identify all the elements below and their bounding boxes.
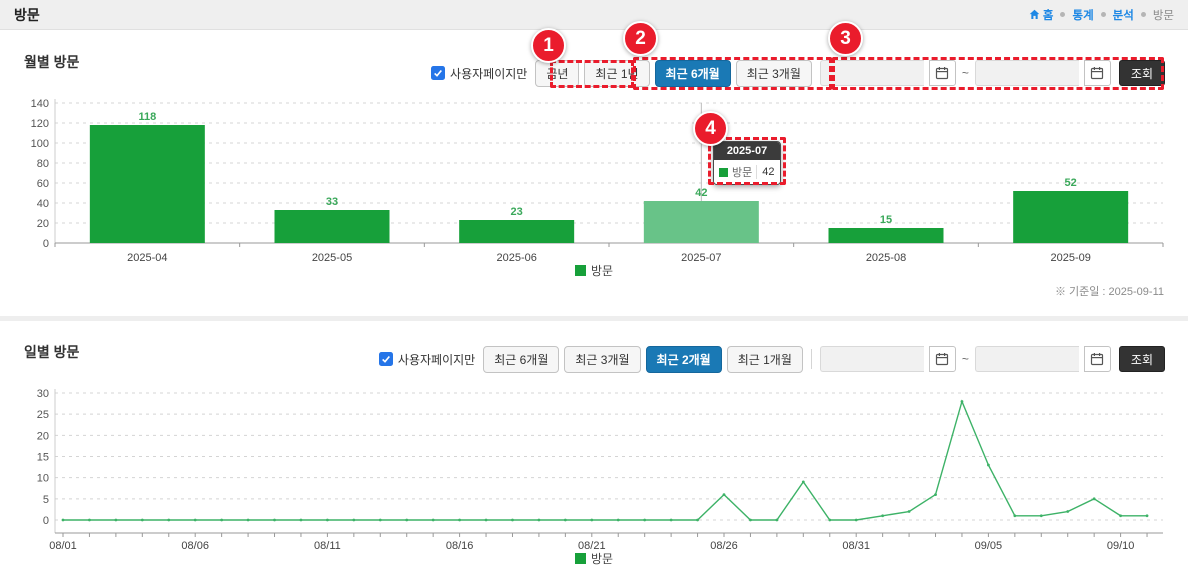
breadcrumb-stats-link[interactable]: 통계 (1072, 7, 1093, 23)
svg-text:5: 5 (43, 494, 49, 506)
monthly-controls: 사용자페이지만 금년 최근 1년 최근 6개월 최근 3개월 ~ 조회 (431, 59, 1165, 87)
legend-label: 방문 (591, 550, 613, 567)
daily-date-range: ~ 조회 (820, 346, 1165, 372)
daily-controls: 사용자페이지만 최근 6개월 최근 3개월 최근 2개월 최근 1개월 ~ 조회 (379, 345, 1165, 373)
svg-text:15: 15 (37, 452, 49, 464)
monthly-date-range: ~ 조회 (820, 60, 1165, 86)
search-button[interactable]: 조회 (1119, 60, 1165, 86)
tooltip-series-label: 방문 (732, 164, 752, 180)
calendar-icon (1090, 352, 1104, 366)
svg-text:20: 20 (37, 218, 49, 230)
reference-date-note: ※ 기준일 : 2025-09-11 (1055, 283, 1164, 299)
svg-text:0: 0 (43, 238, 49, 250)
range-button-last-1-month[interactable]: 최근 1개월 (727, 346, 803, 373)
breadcrumb-separator-dot (1141, 12, 1146, 17)
breadcrumb-home-link[interactable]: 홈 (1029, 7, 1054, 23)
svg-text:40: 40 (37, 198, 49, 210)
date-from-input[interactable] (820, 346, 924, 372)
monthly-userpage-only-checkbox[interactable]: 사용자페이지만 (431, 65, 527, 82)
monthly-bar-chart-svg: 0204060801001201401182025-04332025-05232… (24, 95, 1164, 265)
range-button-this-year[interactable]: 금년 (535, 60, 579, 87)
svg-text:52: 52 (1065, 177, 1077, 189)
date-range-separator: ~ (962, 352, 969, 366)
legend-swatch (575, 265, 586, 276)
svg-text:10: 10 (37, 473, 49, 485)
date-to-calendar-button[interactable] (1084, 60, 1111, 86)
visit-statistics-page: 방문 홈 통계 분석 방문 월별 방문 사용자페이지만 금년 최근 1년 최근 … (0, 0, 1188, 575)
home-icon (1029, 9, 1040, 20)
svg-text:100: 100 (31, 138, 49, 150)
date-range-separator: ~ (962, 66, 969, 80)
daily-range-buttons: 최근 6개월 최근 3개월 최근 2개월 최근 1개월 (483, 346, 803, 373)
date-to-calendar-button[interactable] (1084, 346, 1111, 372)
page-title: 방문 (14, 5, 40, 25)
daily-line-chart[interactable]: 05101520253008/0108/0608/1108/1608/2108/… (24, 385, 1164, 551)
section-divider (0, 316, 1188, 321)
range-button-last-3-months[interactable]: 최근 3개월 (564, 346, 640, 373)
date-from-calendar-button[interactable] (929, 60, 956, 86)
svg-text:118: 118 (138, 111, 156, 123)
svg-text:140: 140 (31, 98, 49, 110)
svg-text:42: 42 (695, 187, 707, 199)
daily-userpage-only-checkbox[interactable]: 사용자페이지만 (379, 351, 475, 368)
range-button-last-1-year[interactable]: 최근 1년 (584, 60, 649, 87)
tooltip-divider (756, 165, 757, 179)
controls-divider (811, 349, 812, 369)
monthly-bar-chart[interactable]: 0204060801001201401182025-04332025-05232… (24, 95, 1164, 265)
breadcrumb-current-page: 방문 (1153, 7, 1174, 23)
breadcrumb-home-label: 홈 (1043, 7, 1054, 23)
svg-text:80: 80 (37, 158, 49, 170)
daily-legend: 방문 (24, 550, 1164, 567)
svg-text:15: 15 (880, 214, 892, 226)
date-to-input[interactable] (975, 60, 1079, 86)
range-button-last-3-months[interactable]: 최근 3개월 (736, 60, 812, 87)
svg-text:33: 33 (326, 196, 338, 208)
legend-label: 방문 (591, 262, 613, 279)
svg-text:25: 25 (37, 409, 49, 421)
range-button-last-2-months[interactable]: 최근 2개월 (646, 346, 722, 373)
chart-tooltip: 2025-07 방문 42 (713, 141, 781, 185)
calendar-icon (1090, 66, 1104, 80)
calendar-icon (935, 352, 949, 366)
checkbox-checked-icon (379, 352, 393, 366)
range-button-last-6-months[interactable]: 최근 6개월 (483, 346, 559, 373)
legend-swatch (575, 553, 586, 564)
checkbox-label: 사용자페이지만 (398, 351, 475, 368)
annotation-badge-1: 1 (531, 28, 566, 63)
breadcrumb-analysis-link[interactable]: 분석 (1113, 7, 1134, 23)
calendar-icon (935, 66, 949, 80)
page-header: 방문 홈 통계 분석 방문 (0, 0, 1188, 30)
svg-text:0: 0 (43, 515, 49, 527)
svg-text:120: 120 (31, 118, 49, 130)
daily-line-chart-svg: 05101520253008/0108/0608/1108/1608/2108/… (24, 385, 1164, 551)
tooltip-value: 42 (762, 166, 774, 178)
daily-section-title: 일별 방문 (24, 342, 79, 362)
breadcrumb-separator-dot (1101, 12, 1106, 17)
svg-text:20: 20 (37, 430, 49, 442)
checkbox-label: 사용자페이지만 (450, 65, 527, 82)
svg-text:30: 30 (37, 388, 49, 400)
range-button-last-6-months[interactable]: 최근 6개월 (655, 60, 731, 87)
date-to-input[interactable] (975, 346, 1079, 372)
svg-text:23: 23 (511, 206, 523, 218)
date-from-input[interactable] (820, 60, 924, 86)
monthly-section-title: 월별 방문 (24, 52, 79, 72)
breadcrumb: 홈 통계 분석 방문 (1029, 7, 1174, 23)
monthly-range-buttons: 금년 최근 1년 최근 6개월 최근 3개월 (535, 60, 812, 87)
tooltip-title: 2025-07 (714, 142, 780, 160)
date-from-calendar-button[interactable] (929, 346, 956, 372)
tooltip-series-swatch (719, 168, 728, 177)
search-button[interactable]: 조회 (1119, 346, 1165, 372)
breadcrumb-separator-dot (1060, 12, 1065, 17)
svg-text:60: 60 (37, 178, 49, 190)
monthly-legend: 방문 (24, 262, 1164, 279)
checkbox-checked-icon (431, 66, 445, 80)
